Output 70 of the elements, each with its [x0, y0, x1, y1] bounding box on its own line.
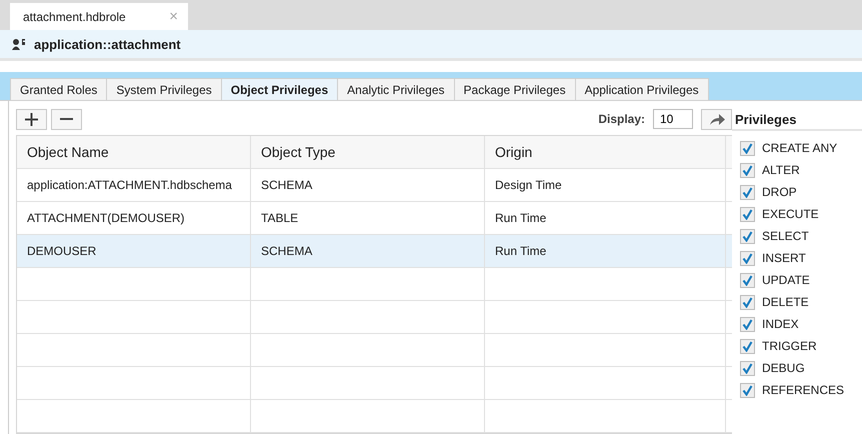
privilege-label: REFERENCES [762, 383, 844, 397]
checkbox[interactable] [740, 382, 755, 398]
table-row[interactable]: ATTACHMENT(DEMOUSER) TABLE Run Time [17, 202, 732, 235]
check-icon [742, 142, 753, 154]
editor-tab[interactable]: attachment.hdbrole × [10, 3, 188, 30]
checkbox[interactable] [740, 338, 755, 354]
tab[interactable]: Granted Roles [10, 78, 108, 100]
privilege-label: SELECT [762, 229, 809, 243]
column-header[interactable]: Object Name [17, 136, 251, 168]
checkbox[interactable] [740, 162, 755, 178]
check-icon [742, 164, 753, 176]
table-cell: Design Time [485, 169, 726, 201]
table-cell: application:ATTACHMENT.hdbschema [17, 169, 251, 201]
privilege-label: DELETE [762, 295, 809, 309]
checkbox[interactable] [740, 250, 755, 266]
checkbox[interactable] [740, 184, 755, 200]
checkbox[interactable] [740, 228, 755, 244]
column-header[interactable]: Origin [485, 136, 726, 168]
check-icon [742, 252, 753, 264]
tab[interactable]: Object Privileges [220, 78, 338, 100]
privilege-label: DEBUG [762, 361, 805, 375]
check-icon [742, 296, 753, 308]
plus-icon [24, 112, 39, 126]
table-cell: SCHEMA [251, 169, 485, 201]
table-row[interactable]: application:ATTACHMENT.hdbschema SCHEMA Design Time [17, 169, 732, 202]
role-icon [12, 38, 26, 50]
privilege-label: UPDATE [762, 273, 810, 287]
checkbox[interactable] [740, 360, 755, 376]
privilege-label: CREATE ANY [762, 141, 838, 155]
remove-button[interactable] [51, 108, 82, 130]
display-field[interactable]: 10 [653, 109, 693, 129]
tab[interactable]: Analytic Privileges [337, 78, 455, 100]
tab[interactable]: Package Privileges [454, 78, 576, 100]
checkbox[interactable] [740, 294, 755, 310]
table-row[interactable]: DEMOUSER SCHEMA Run Time [17, 235, 732, 268]
check-icon [742, 362, 753, 374]
privilege-label: ALTER [762, 163, 800, 177]
table-cell: ATTACHMENT(DEMOUSER) [17, 202, 251, 234]
check-icon [742, 186, 753, 198]
display-label: Display: [598, 112, 645, 126]
table-cell: TABLE [251, 202, 485, 234]
privilege-label: TRIGGER [762, 339, 817, 353]
table-cell: SCHEMA [251, 235, 485, 267]
check-icon [742, 230, 753, 242]
checkbox[interactable] [740, 272, 755, 288]
checkbox[interactable] [740, 140, 755, 156]
add-button[interactable] [16, 108, 47, 130]
tab[interactable]: System Privileges [106, 78, 222, 100]
check-icon [742, 318, 753, 330]
table-cell: Run Time [485, 202, 726, 234]
privilege-label: INSERT [762, 251, 806, 265]
checkbox[interactable] [740, 206, 755, 222]
editor-tab-label: attachment.hdbrole [23, 10, 126, 24]
checkbox[interactable] [740, 316, 755, 332]
minus-icon [59, 118, 74, 120]
check-icon [742, 274, 753, 286]
forward-button[interactable] [701, 108, 732, 130]
privileges-title: Privileges [732, 109, 862, 131]
table-cell: Run Time [485, 235, 726, 267]
privilege-label: EXECUTE [762, 207, 819, 221]
check-icon [742, 208, 753, 220]
table-cell: DEMOUSER [17, 235, 251, 267]
check-icon [742, 340, 753, 352]
role-title: application::attachment [34, 36, 181, 52]
privilege-label: DROP [762, 185, 797, 199]
privilege-label: INDEX [762, 317, 799, 331]
forward-arrow-icon [708, 112, 724, 126]
tab[interactable]: Application Privileges [574, 78, 709, 100]
column-header[interactable]: Object Type [251, 136, 485, 168]
check-icon [742, 384, 753, 396]
